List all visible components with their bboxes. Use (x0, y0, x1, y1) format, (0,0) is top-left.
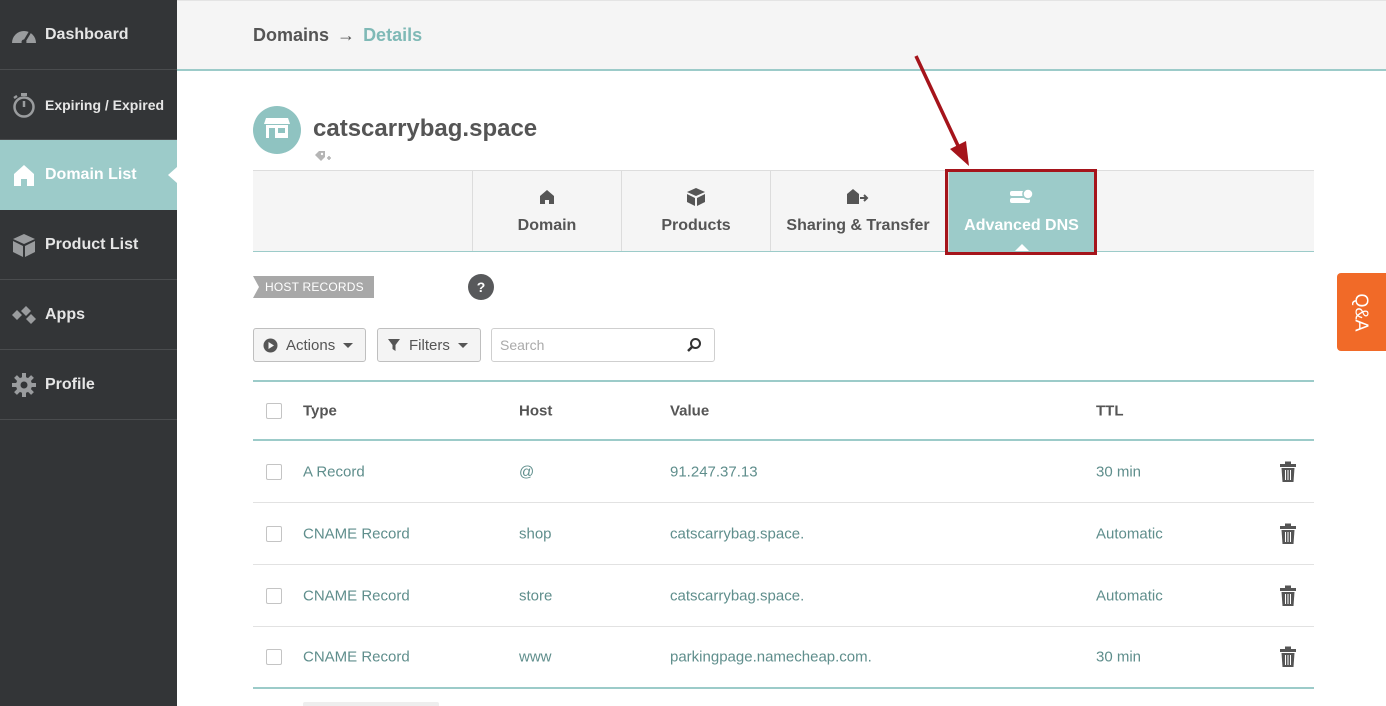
table-row[interactable]: CNAME Record shop catscarrybag.space. Au… (253, 503, 1314, 565)
table-row[interactable]: A Record @ 91.247.37.13 30 min (253, 441, 1314, 503)
breadcrumb-domains-link[interactable]: Domains (253, 25, 329, 45)
record-type: CNAME Record (303, 648, 410, 666)
apps-icon (10, 301, 38, 329)
filters-button[interactable]: Filters (377, 328, 481, 362)
page-header: Domains → Details (177, 0, 1386, 71)
breadcrumb-current: Details (363, 25, 423, 45)
breadcrumb: Domains → Details (253, 25, 422, 46)
row-checkbox[interactable] (266, 525, 282, 542)
host-records-table: Type Host Value TTL A Record @ 91.247.37… (253, 380, 1314, 689)
record-host: www (519, 648, 552, 666)
trash-icon[interactable] (1279, 646, 1297, 673)
record-ttl: 30 min (1096, 648, 1142, 666)
dns-server-icon (1009, 187, 1035, 207)
qa-label: Q&A (1351, 292, 1372, 332)
search-box (491, 328, 715, 362)
record-type: A Record (303, 463, 365, 480)
row-checkbox[interactable] (266, 649, 282, 665)
tab-label: Sharing & Transfer (786, 217, 930, 234)
domain-avatar (253, 106, 301, 154)
gear-icon (10, 371, 38, 399)
filters-label: Filters (409, 336, 450, 354)
domain-name: catscarrybag.space (313, 115, 538, 142)
add-tag-icon[interactable] (314, 150, 332, 169)
box-icon (686, 187, 706, 207)
sidebar-item-domain-list[interactable]: Domain List (0, 140, 177, 210)
qa-tab[interactable]: Q&A (1337, 273, 1386, 351)
column-header-host[interactable]: Host (519, 402, 552, 419)
tab-sharing-transfer[interactable]: Sharing & Transfer (770, 171, 945, 251)
sidebar-item-label: Apps (45, 305, 85, 323)
row-checkbox[interactable] (266, 587, 282, 604)
record-host: store (519, 587, 553, 604)
column-header-type[interactable]: Type (303, 402, 337, 419)
tab-label: Products (661, 217, 731, 234)
sidebar-item-profile[interactable]: Profile (0, 350, 177, 420)
actions-button[interactable]: Actions (253, 328, 366, 362)
sidebar-item-label: Expiring / Expired (45, 96, 165, 113)
actions-label: Actions (286, 336, 336, 354)
sidebar: Dashboard Expiring / Expired Domain List… (0, 0, 177, 706)
sidebar-item-dashboard[interactable]: Dashboard (0, 0, 177, 70)
sidebar-item-label: Profile (45, 375, 95, 393)
record-type: CNAME Record (303, 587, 410, 604)
play-circle-icon (263, 338, 278, 353)
sidebar-item-product-list[interactable]: Product List (0, 210, 177, 280)
row-checkbox[interactable] (266, 463, 282, 480)
column-header-ttl[interactable]: TTL (1096, 402, 1124, 419)
tab-label: Domain (517, 217, 577, 234)
table-header: Type Host Value TTL (253, 380, 1314, 441)
chevron-down-icon (343, 342, 354, 348)
home-icon (10, 161, 38, 189)
search-input[interactable] (492, 329, 672, 361)
table-row[interactable]: CNAME Record www parkingpage.namecheap.c… (253, 627, 1314, 689)
trash-icon[interactable] (1279, 585, 1297, 612)
breadcrumb-arrow: → (337, 25, 356, 45)
trash-icon[interactable] (1279, 523, 1297, 550)
chevron-down-icon (457, 342, 468, 348)
sidebar-item-apps[interactable]: Apps (0, 280, 177, 350)
host-records-label: HOST RECORDS (253, 276, 374, 298)
domain-tabs: Domain Products Sharing & Transfer Advan… (253, 170, 1314, 252)
record-value: 91.247.37.13 (670, 463, 758, 480)
search-icon[interactable] (686, 337, 702, 358)
trash-icon[interactable] (1279, 461, 1297, 488)
tab-label: Advanced DNS (964, 217, 1079, 234)
table-row[interactable]: CNAME Record store catscarrybag.space. A… (253, 565, 1314, 627)
box-icon (10, 231, 38, 259)
column-header-value[interactable]: Value (670, 402, 709, 419)
home-icon (539, 187, 555, 207)
record-ttl: Automatic (1096, 587, 1163, 604)
filter-icon (387, 338, 401, 352)
speedometer-icon (10, 21, 38, 49)
add-record-button-stub[interactable] (303, 702, 439, 706)
tab-advanced-dns[interactable]: Advanced DNS (948, 171, 1094, 251)
help-button[interactable]: ? (468, 274, 494, 300)
storefront-icon (263, 116, 291, 145)
sidebar-item-expiring[interactable]: Expiring / Expired (0, 70, 177, 140)
record-ttl: Automatic (1096, 525, 1163, 542)
sidebar-item-label: Domain List (45, 165, 137, 183)
tab-products[interactable]: Products (621, 171, 770, 251)
sidebar-item-label: Dashboard (45, 25, 129, 43)
record-ttl: 30 min (1096, 463, 1142, 480)
tab-domain[interactable]: Domain (472, 171, 621, 251)
sidebar-item-label: Product List (45, 235, 139, 253)
stopwatch-icon (10, 91, 38, 119)
record-value: catscarrybag.space. (670, 587, 805, 604)
record-value: parkingpage.namecheap.com. (670, 648, 872, 666)
record-value: catscarrybag.space. (670, 525, 805, 542)
record-host: @ (519, 463, 535, 480)
record-host: shop (519, 525, 552, 542)
record-type: CNAME Record (303, 525, 410, 542)
share-house-icon (846, 187, 870, 207)
select-all-checkbox[interactable] (266, 402, 282, 419)
